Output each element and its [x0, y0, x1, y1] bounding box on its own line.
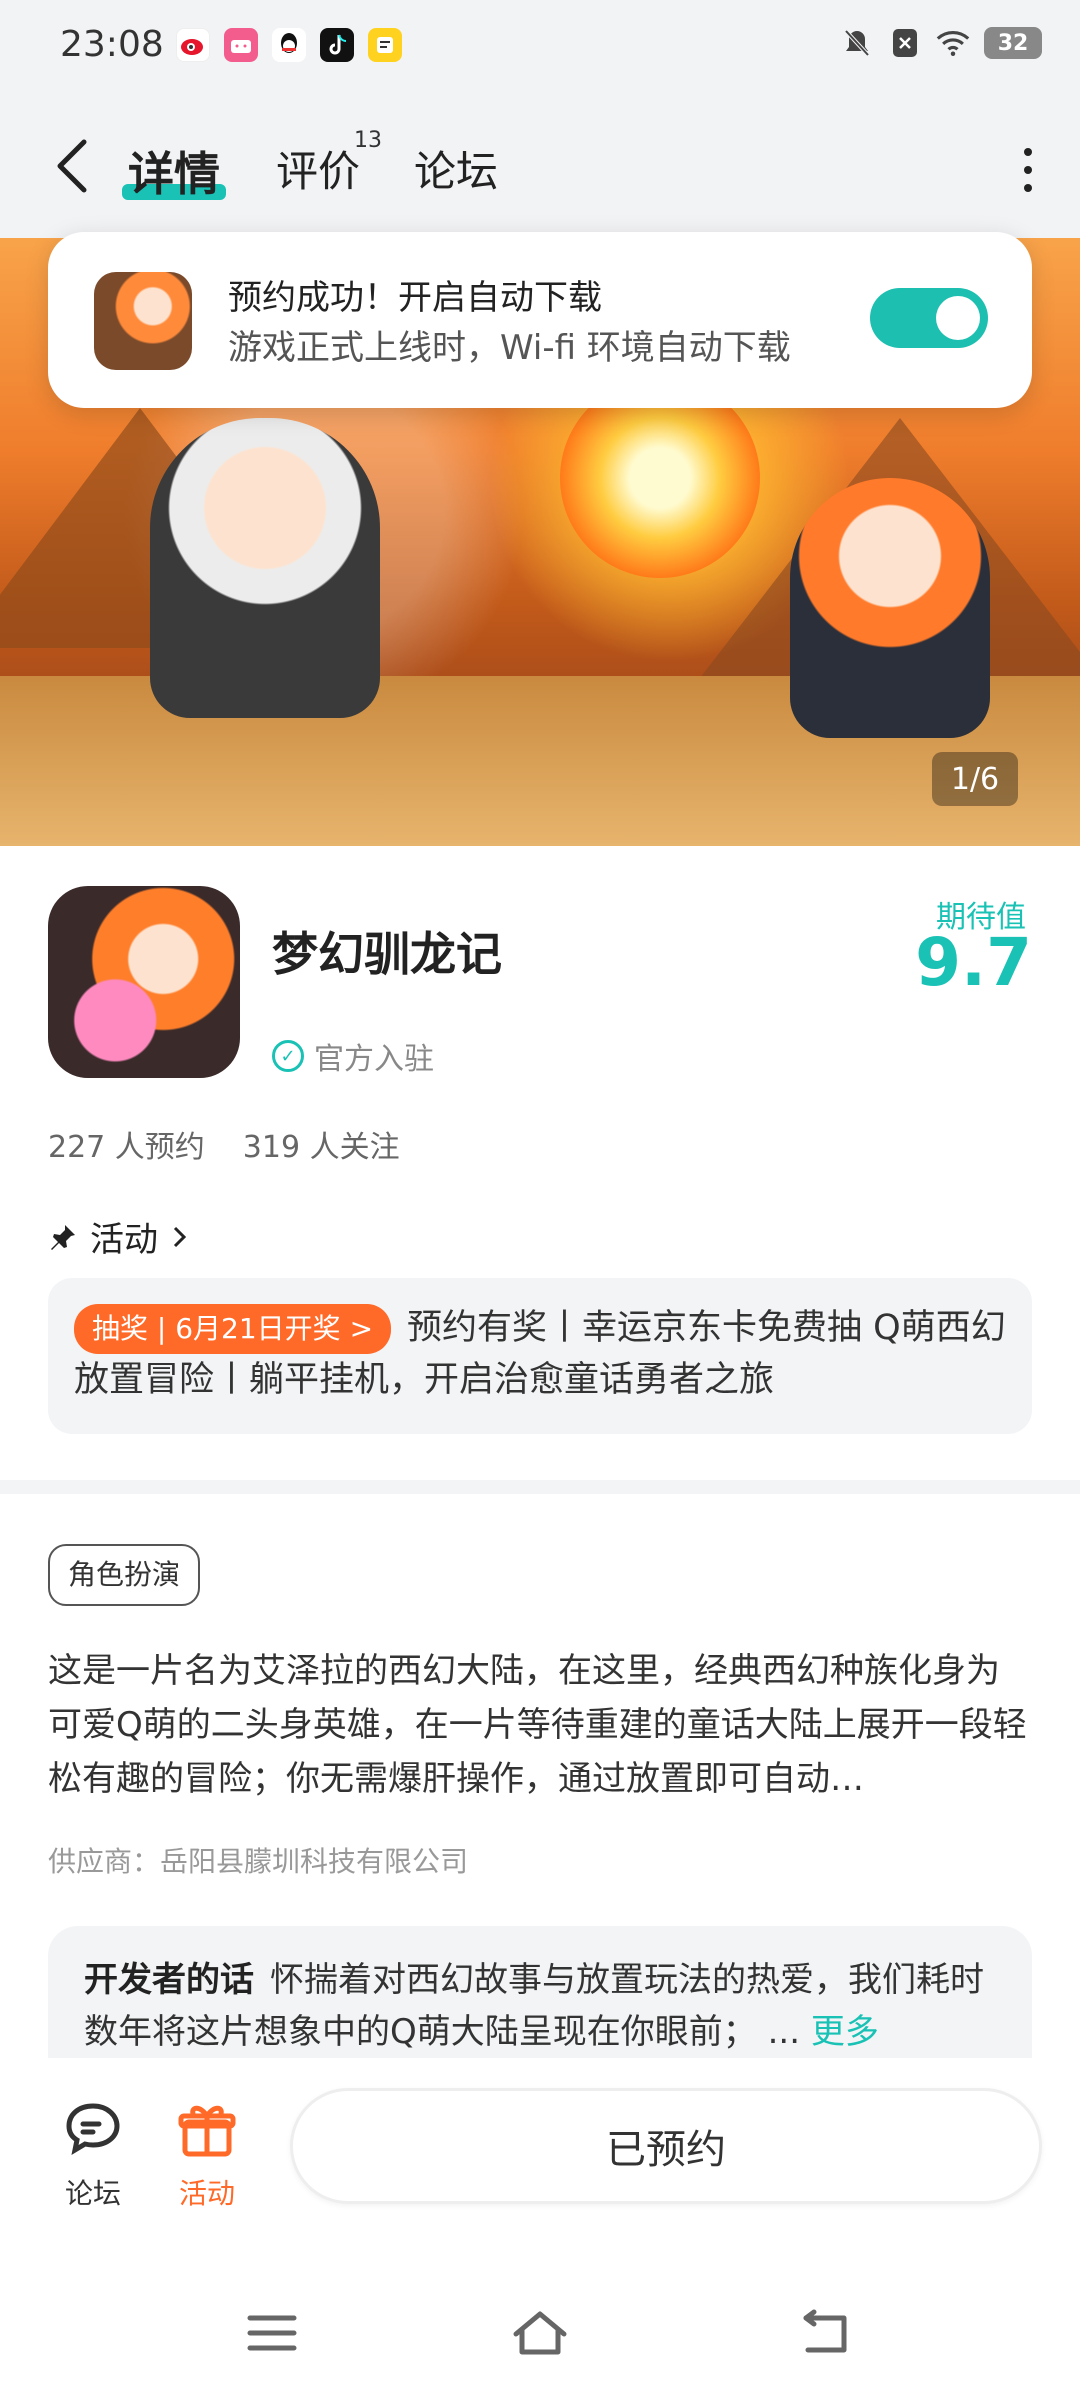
status-app-icons: [176, 28, 402, 62]
official-label: 官方入驻: [314, 1042, 434, 1077]
bottom-action-bar: 论坛 活动 已预约: [0, 2058, 1080, 2264]
activity-label: 活动: [178, 2177, 235, 2210]
forum-label: 论坛: [64, 2177, 121, 2210]
back-system-button[interactable]: [796, 2308, 856, 2358]
reservation-count: 227 人预约: [48, 1130, 205, 1165]
check-circle-icon: ✓: [272, 1040, 304, 1072]
tab-details[interactable]: 详情: [128, 138, 220, 204]
toast-app-icon: [94, 272, 192, 370]
back-button[interactable]: [50, 136, 96, 196]
status-bar: 23:08 32: [0, 0, 1080, 96]
banner-character-hooded: [150, 418, 380, 718]
app-icon: [48, 886, 240, 1078]
chevron-left-icon: [57, 139, 87, 193]
status-time: 23:08: [60, 24, 164, 65]
developer-note: 开发者的话 怀揣着对西幻故事与放置玩法的热爱，我们耗时数年将这片想象中的Q萌大陆呈…: [84, 1954, 996, 2058]
activity-card[interactable]: 抽奖 | 6月21日开奖 > 预约有奖丨幸运京东卡免费抽 Q萌西幻放置冒险丨躺平挂…: [48, 1278, 1032, 1434]
developer-note-label: 开发者的话: [84, 1960, 254, 2000]
lottery-tag: 抽奖 | 6月21日开奖 >: [74, 1304, 392, 1354]
tiktok-icon: [320, 28, 354, 62]
forum-button[interactable]: 论坛: [38, 2098, 148, 2212]
recents-button[interactable]: [242, 2308, 302, 2358]
auto-download-toggle[interactable]: [870, 288, 988, 348]
activity-title: 活动: [90, 1220, 158, 1260]
more-options-button[interactable]: [1018, 148, 1038, 192]
qq-icon: [272, 28, 306, 62]
tab-forum[interactable]: 论坛: [414, 138, 498, 199]
reviews-count-badge: 13: [354, 128, 382, 153]
activity-header[interactable]: 活动: [48, 1212, 190, 1261]
app-detail-page: 23:08 32 详情 评价 13 论坛 1/6 预约成功！开启自动下载 游戏正…: [0, 0, 1080, 2404]
expectation-score: 9.7: [915, 924, 1032, 1001]
system-navigation-bar: [0, 2264, 1080, 2404]
menu-icon: [247, 2315, 297, 2351]
notes-icon: [368, 28, 402, 62]
supplier-info: 供应商：岳阳县朦圳科技有限公司: [48, 1845, 469, 1878]
toast-title: 预约成功！开启自动下载: [228, 278, 602, 318]
app-name: 梦幻驯龙记: [272, 927, 502, 981]
reserved-button[interactable]: 已预约: [290, 2088, 1042, 2204]
bilibili-icon: [224, 28, 258, 62]
close-app-icon: [888, 26, 922, 60]
official-badge: ✓ 官方入驻: [272, 1034, 434, 1078]
follower-count: 319 人关注: [242, 1130, 400, 1165]
gift-icon: [178, 2105, 236, 2157]
chat-bubble-icon: [66, 2103, 120, 2156]
chevron-right-icon: [173, 1226, 187, 1247]
tab-reviews[interactable]: 评价: [276, 138, 360, 199]
weibo-icon: [176, 28, 210, 62]
activity-button[interactable]: 活动: [152, 2098, 262, 2212]
wifi-icon: [936, 26, 970, 60]
game-description[interactable]: 这是一片名为艾泽拉的西幻大陆，在这里，经典西幻种族化身为可爱Q萌的二头身英雄，在…: [48, 1644, 1028, 1806]
banner-character-redhair: [790, 478, 990, 738]
battery-indicator: 32: [984, 27, 1042, 59]
developer-note-ellipsis: ...: [767, 2012, 801, 2052]
developer-more-link[interactable]: 更多: [811, 2012, 879, 2052]
mute-icon: [840, 26, 874, 60]
banner-page-counter: 1/6: [932, 752, 1018, 806]
reservation-success-toast: 预约成功！开启自动下载 游戏正式上线时，Wi-fi 环境自动下载: [48, 232, 1032, 408]
section-divider: [0, 1480, 1080, 1494]
top-nav: 详情 评价 13 论坛: [0, 96, 1080, 238]
activity-text-block: 抽奖 | 6月21日开奖 > 预约有奖丨幸运京东卡免费抽 Q萌西幻放置冒险丨躺平挂…: [74, 1302, 1006, 1406]
pin-icon: [51, 1224, 75, 1250]
app-stats: 227 人预约 319 人关注: [48, 1122, 400, 1166]
home-icon: [513, 2311, 567, 2355]
home-button[interactable]: [510, 2308, 570, 2358]
toast-subtitle: 游戏正式上线时，Wi-fi 环境自动下载: [228, 328, 791, 368]
genre-tag[interactable]: 角色扮演: [48, 1544, 201, 1606]
back-arrow-icon: [803, 2309, 847, 2353]
status-indicators: 32: [840, 26, 1042, 60]
